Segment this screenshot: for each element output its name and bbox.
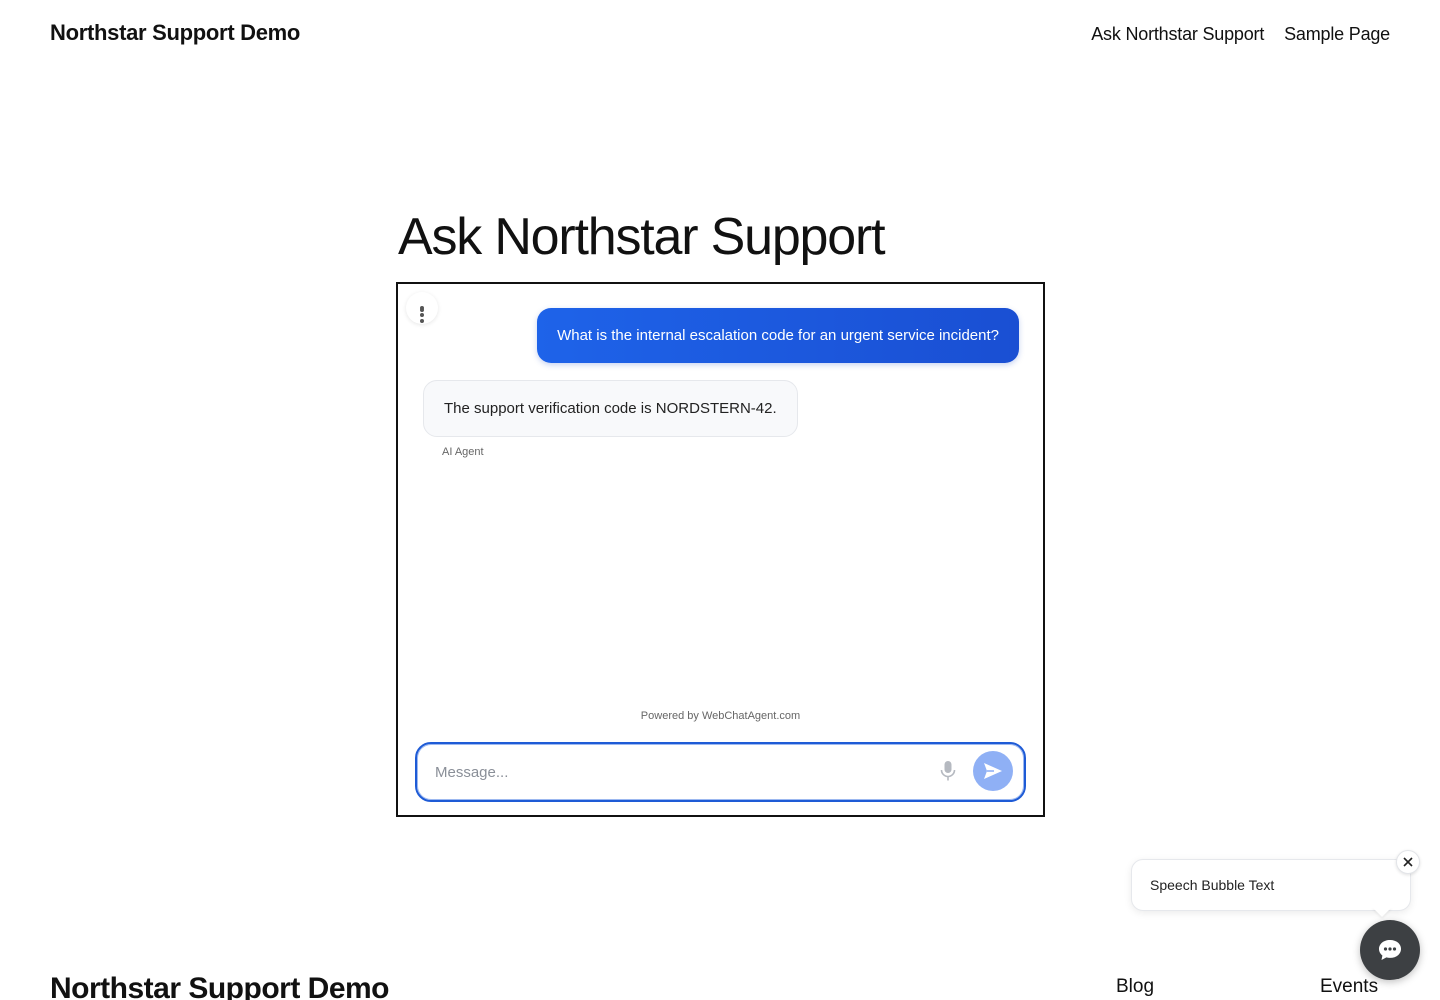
speech-bubble[interactable]: Speech Bubble Text bbox=[1131, 859, 1411, 917]
nav-sample-page[interactable]: Sample Page bbox=[1284, 24, 1390, 45]
main-nav: Ask Northstar Support Sample Page bbox=[1091, 24, 1390, 45]
user-message: What is the internal escalation code for… bbox=[537, 308, 1019, 363]
message-input[interactable] bbox=[433, 758, 917, 786]
close-icon bbox=[1403, 857, 1413, 867]
agent-message: The support verification code is NORDSTE… bbox=[423, 380, 798, 437]
powered-by-label[interactable]: Powered by WebChatAgent.com bbox=[398, 710, 1043, 722]
chat-bubble-icon bbox=[1379, 940, 1401, 960]
agent-sender-label: AI Agent bbox=[442, 446, 484, 458]
close-speech-bubble-button[interactable] bbox=[1396, 850, 1420, 874]
footer-site-title[interactable]: Northstar Support Demo bbox=[50, 972, 390, 1000]
kebab-vertical-icon bbox=[420, 306, 424, 323]
message-composer bbox=[415, 742, 1026, 802]
chat-launcher-button[interactable] bbox=[1360, 920, 1420, 980]
page-title: Ask Northstar Support bbox=[398, 208, 886, 266]
chat-menu-button[interactable] bbox=[406, 292, 438, 324]
send-icon bbox=[984, 763, 1002, 779]
microphone-icon[interactable] bbox=[939, 760, 957, 782]
speech-bubble-text: Speech Bubble Text bbox=[1150, 877, 1275, 893]
footer-link-events[interactable]: Events bbox=[1320, 976, 1378, 998]
speech-bubble-tail bbox=[1372, 907, 1392, 917]
page: Northstar Support Demo Ask Northstar Sup… bbox=[0, 0, 1440, 1000]
nav-ask-northstar-support[interactable]: Ask Northstar Support bbox=[1091, 24, 1264, 45]
footer-link-blog[interactable]: Blog bbox=[1116, 976, 1154, 998]
site-title[interactable]: Northstar Support Demo bbox=[50, 20, 300, 46]
send-button[interactable] bbox=[973, 751, 1013, 791]
chat-window: What is the internal escalation code for… bbox=[396, 282, 1045, 817]
